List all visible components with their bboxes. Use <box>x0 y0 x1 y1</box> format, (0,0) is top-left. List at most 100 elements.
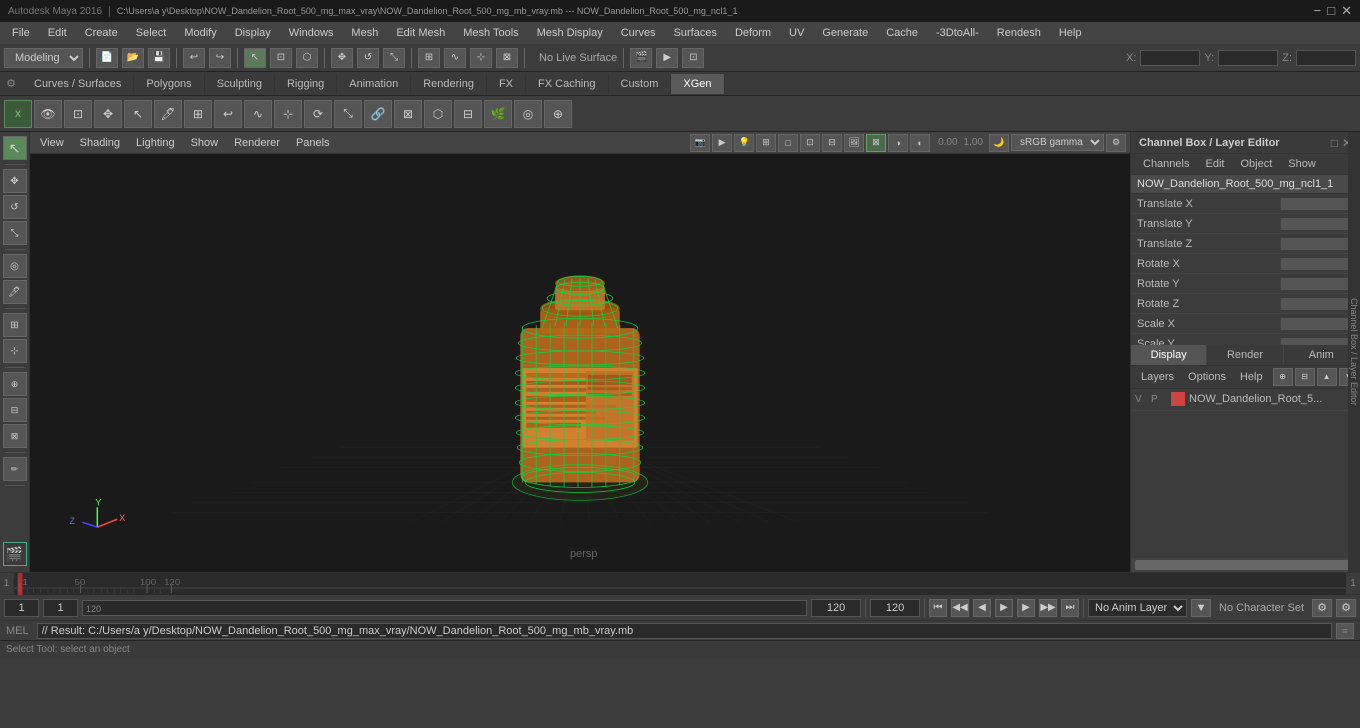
char-set-extra-button[interactable]: ⚙ <box>1336 599 1356 617</box>
rotate-tool-button[interactable]: ↺ <box>357 48 379 68</box>
layer-color-swatch[interactable] <box>1171 392 1185 406</box>
tab-custom[interactable]: Custom <box>609 74 672 94</box>
tab-show[interactable]: Show <box>1280 156 1324 172</box>
vp-shadow-button[interactable]: ◐ <box>910 134 930 152</box>
menu-rendesh[interactable]: Rendesh <box>989 25 1049 41</box>
prev-frame-button[interactable]: ◀ <box>973 599 991 617</box>
move-tool-button[interactable]: ✥ <box>331 48 353 68</box>
create-set-button[interactable]: ⊟ <box>3 398 27 422</box>
module-settings-button[interactable]: ⚙ <box>0 72 22 96</box>
vp-xray-button[interactable]: ◑ <box>888 134 908 152</box>
render-view-button[interactable]: 🎬 <box>3 542 27 566</box>
viewport-menu-view[interactable]: View <box>34 135 70 151</box>
dra-render-tab[interactable]: Render <box>1207 345 1283 365</box>
xgen-icon-10[interactable]: ⊹ <box>274 100 302 128</box>
maximize-button[interactable]: □ <box>1327 3 1335 19</box>
xgen-icon-13[interactable]: 🔗 <box>364 100 392 128</box>
vp-light-button[interactable]: 💡 <box>734 134 754 152</box>
current-frame-input2[interactable] <box>43 599 78 617</box>
vp-settings-button[interactable]: ⚙ <box>1106 134 1126 152</box>
x-coord-input[interactable] <box>1140 50 1200 66</box>
menu-curves[interactable]: Curves <box>613 25 664 41</box>
snap-curve-button[interactable]: ∿ <box>444 48 466 68</box>
snap-grid-l-button[interactable]: ⊞ <box>3 313 27 337</box>
command-input[interactable] <box>37 623 1332 639</box>
menu-edit-mesh[interactable]: Edit Mesh <box>388 25 453 41</box>
scale-mode-button[interactable]: ⤡ <box>3 221 27 245</box>
vp-grid-button[interactable]: ⊞ <box>756 134 776 152</box>
menu-create[interactable]: Create <box>77 25 126 41</box>
menu-deform[interactable]: Deform <box>727 25 779 41</box>
xgen-icon-14[interactable]: ⊠ <box>394 100 422 128</box>
move-mode-button[interactable]: ✥ <box>3 169 27 193</box>
current-frame-input[interactable] <box>4 599 39 617</box>
menu-windows[interactable]: Windows <box>281 25 342 41</box>
tab-fx[interactable]: FX <box>487 74 526 94</box>
layers-scrollbar[interactable] <box>1131 558 1360 572</box>
play-end-input[interactable] <box>870 599 920 617</box>
workspace-selector[interactable]: Modeling <box>4 48 83 68</box>
xgen-icon-2[interactable]: 👁 <box>34 100 62 128</box>
next-keyframe-button[interactable]: ▶▶ <box>1039 599 1057 617</box>
xgen-icon-6[interactable]: 🖊 <box>154 100 182 128</box>
gamma-selector[interactable]: sRGB gamma <box>1011 134 1104 151</box>
open-scene-button[interactable]: 📂 <box>122 48 144 68</box>
options-tab[interactable]: Options <box>1184 370 1230 384</box>
menu-cache[interactable]: Cache <box>878 25 926 41</box>
menu-display[interactable]: Display <box>227 25 279 41</box>
menu-mesh[interactable]: Mesh <box>343 25 386 41</box>
create-item-button[interactable]: ⊠ <box>3 424 27 448</box>
tab-xgen[interactable]: XGen <box>671 74 724 94</box>
xgen-icon-5[interactable]: ↖ <box>124 100 152 128</box>
play-forward-button[interactable]: ▶ <box>995 599 1013 617</box>
paint-select-button[interactable]: ⬡ <box>296 48 318 68</box>
xgen-icon-1[interactable]: X <box>4 100 32 128</box>
menu-generate[interactable]: Generate <box>814 25 876 41</box>
redo-button[interactable]: ↪ <box>209 48 231 68</box>
menu-select[interactable]: Select <box>128 25 175 41</box>
range-end-input[interactable] <box>811 599 861 617</box>
y-coord-input[interactable] <box>1218 50 1278 66</box>
lasso-tool-button[interactable]: ⊡ <box>270 48 292 68</box>
menu-surfaces[interactable]: Surfaces <box>666 25 725 41</box>
anim-layer-selector[interactable]: No Anim Layer <box>1088 599 1187 617</box>
snap-view-button[interactable]: ⊠ <box>496 48 518 68</box>
vp-play-button[interactable]: ▶ <box>712 134 732 152</box>
menu-modify[interactable]: Modify <box>176 25 224 41</box>
layer-p-toggle[interactable]: P <box>1151 394 1167 405</box>
soft-select-button[interactable]: ◎ <box>3 254 27 278</box>
skip-to-start-button[interactable]: ⏮ <box>929 599 947 617</box>
layer-v-toggle[interactable]: V <box>1135 394 1151 405</box>
close-button[interactable]: ✕ <box>1341 3 1352 19</box>
xgen-icon-16[interactable]: ⊟ <box>454 100 482 128</box>
channel-content[interactable]: NOW_Dandelion_Root_500_mg_ncl1_1 Transla… <box>1131 175 1360 345</box>
tab-polygons[interactable]: Polygons <box>134 74 204 94</box>
render-button[interactable]: ▶ <box>656 48 678 68</box>
timeline-ruler[interactable]: 1 50 100 120 <box>14 573 1346 595</box>
tab-object[interactable]: Object <box>1232 156 1280 172</box>
snap-point-l-button[interactable]: ⊹ <box>3 339 27 363</box>
menu-help[interactable]: Help <box>1051 25 1090 41</box>
vp-gamma-button[interactable]: 🌙 <box>989 134 1009 152</box>
anim-layer-settings-button[interactable]: ▼ <box>1191 599 1211 617</box>
xgen-icon-4[interactable]: ✥ <box>94 100 122 128</box>
select-mode-button[interactable]: ↖ <box>3 136 27 160</box>
char-set-settings-button[interactable]: ⚙ <box>1312 599 1332 617</box>
menu-3dtoall[interactable]: -3DtoAll- <box>928 25 987 41</box>
viewport-menu-shading[interactable]: Shading <box>74 135 126 151</box>
next-frame-button[interactable]: ▶ <box>1017 599 1035 617</box>
viewport-menu-show[interactable]: Show <box>185 135 225 151</box>
xgen-icon-11[interactable]: ⟳ <box>304 100 332 128</box>
vp-smooth-button[interactable]: ⊡ <box>800 134 820 152</box>
vp-wireframe-button[interactable]: □ <box>778 134 798 152</box>
tab-fx-caching[interactable]: FX Caching <box>526 74 608 94</box>
vp-bounding-button[interactable]: ⊟ <box>822 134 842 152</box>
xgen-icon-3[interactable]: ⊡ <box>64 100 92 128</box>
tab-sculpting[interactable]: Sculpting <box>205 74 275 94</box>
menu-mesh-display[interactable]: Mesh Display <box>529 25 611 41</box>
xgen-icon-18[interactable]: ◎ <box>514 100 542 128</box>
quick-rename-button[interactable]: ✏ <box>3 457 27 481</box>
snap-grid-button[interactable]: ⊞ <box>418 48 440 68</box>
xgen-icon-17[interactable]: 🌿 <box>484 100 512 128</box>
xgen-icon-15[interactable]: ⬡ <box>424 100 452 128</box>
